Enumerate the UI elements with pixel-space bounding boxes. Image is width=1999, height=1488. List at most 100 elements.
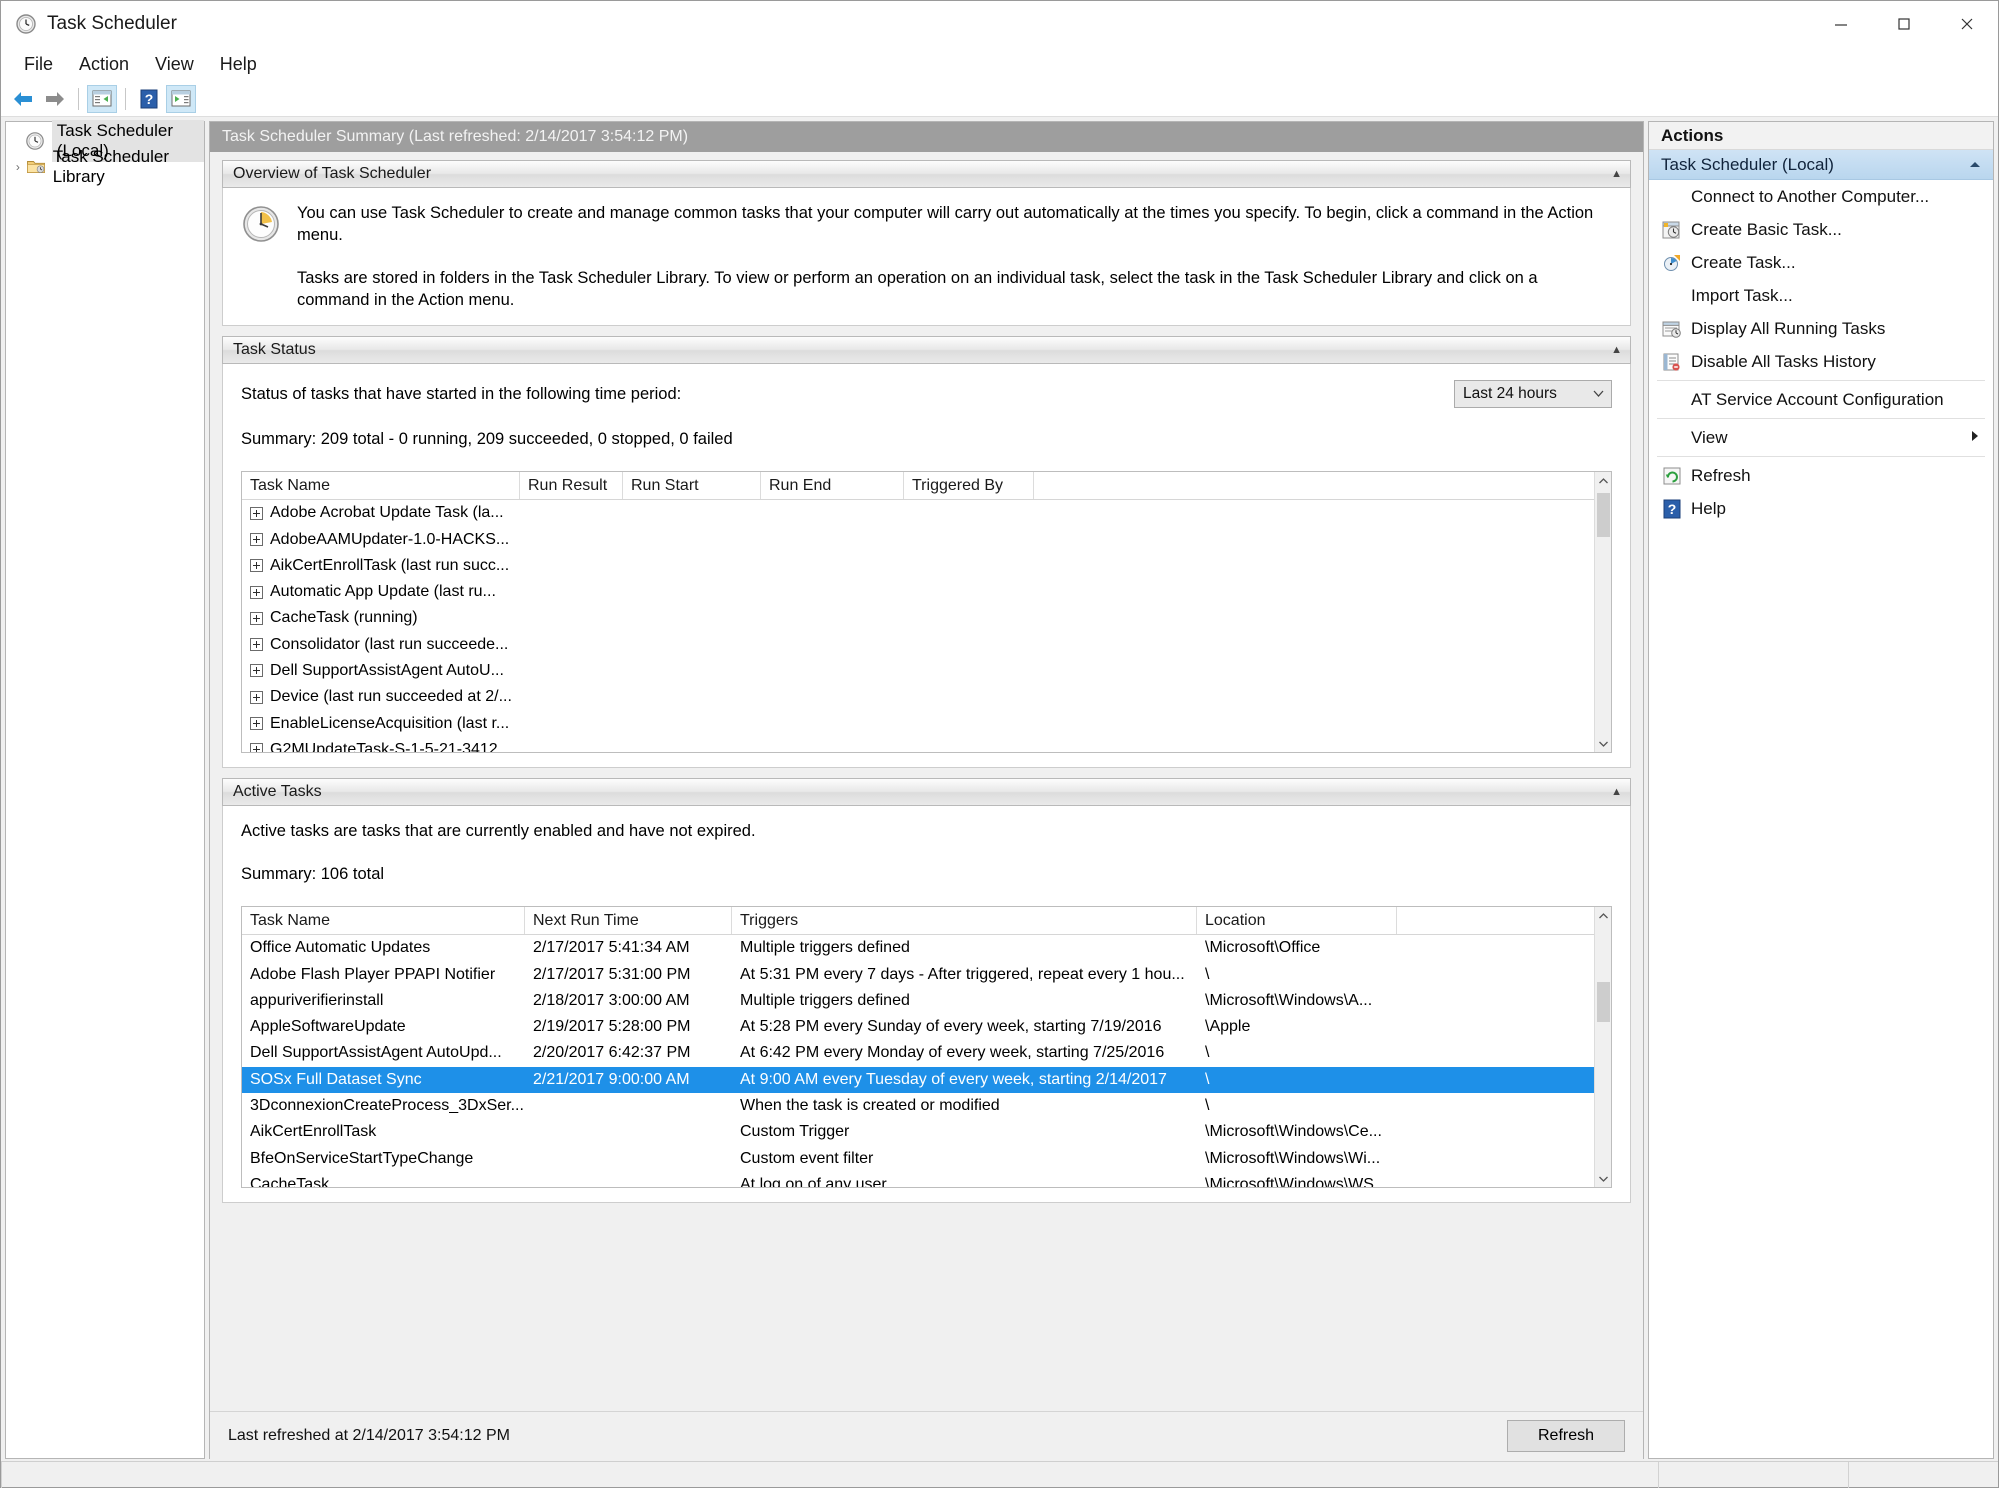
overview-text: You can use Task Scheduler to create and… — [297, 202, 1612, 311]
task-status-scrollbar[interactable] — [1594, 472, 1612, 753]
action-help[interactable]: ? Help — [1649, 492, 1993, 525]
expand-icon[interactable] — [250, 717, 263, 731]
expand-icon[interactable] — [250, 611, 263, 625]
scrollbar-track[interactable] — [1595, 489, 1612, 735]
table-row[interactable]: Adobe Flash Player PPAPI Notifier 2/17/20… — [242, 961, 1594, 987]
menu-help[interactable]: Help — [207, 50, 270, 79]
table-row[interactable]: appuriverifierinstall 2/18/2017 3:00:00 A… — [242, 988, 1594, 1014]
column-run-end[interactable]: Run End — [761, 472, 904, 500]
column-triggered-by[interactable]: Triggered By — [904, 472, 1034, 500]
action-disable-all-tasks-history[interactable]: Disable All Tasks History — [1649, 345, 1993, 378]
show-hide-action-pane-icon[interactable] — [166, 84, 196, 113]
toolbar-separator-2 — [125, 87, 126, 110]
tree-twisty-library[interactable]: › — [10, 160, 26, 174]
chevron-up-icon[interactable]: ▲ — [1611, 786, 1622, 798]
minimize-button[interactable] — [1809, 1, 1872, 47]
action-label: Create Task... — [1691, 252, 1796, 272]
overview-section-header[interactable]: Overview of Task Scheduler ▲ — [222, 160, 1631, 188]
actions-group-task-scheduler-local[interactable]: Task Scheduler (Local) — [1649, 150, 1993, 180]
column-task-name[interactable]: Task Name — [242, 472, 520, 500]
table-row[interactable]: CacheTask At log on of any user \Microsoft… — [242, 1172, 1594, 1187]
expand-icon[interactable] — [250, 506, 263, 520]
expand-icon[interactable] — [250, 743, 263, 753]
table-row[interactable]: 3DconnexionCreateProcess_3DxSer... When t… — [242, 1093, 1594, 1119]
action-display-all-running-tasks[interactable]: Display All Running Tasks — [1649, 312, 1993, 345]
column-task-name[interactable]: Task Name — [242, 907, 525, 935]
expand-icon[interactable] — [250, 690, 263, 704]
scroll-up-icon[interactable] — [1595, 907, 1612, 924]
maximize-button[interactable] — [1872, 1, 1935, 47]
show-hide-console-tree-icon[interactable] — [87, 84, 117, 113]
table-row[interactable]: BfeOnServiceStartTypeChange Custom event … — [242, 1145, 1594, 1171]
summary-scroll-area[interactable]: Overview of Task Scheduler ▲ You can use… — [210, 152, 1643, 1411]
scroll-down-icon[interactable] — [1595, 1170, 1612, 1187]
cell-location: \ — [1205, 1096, 1210, 1114]
forward-arrow-icon[interactable] — [40, 85, 70, 113]
table-row[interactable]: CacheTask (running) — [242, 605, 1594, 631]
chevron-down-icon — [1593, 388, 1604, 400]
close-button[interactable] — [1935, 1, 1998, 47]
action-at-service-account-configuration[interactable]: AT Service Account Configuration — [1649, 383, 1993, 416]
active-tasks-grid[interactable]: Task Name Next Run Time Triggers Locatio… — [241, 906, 1612, 1189]
action-label: AT Service Account Configuration — [1691, 389, 1944, 409]
table-row[interactable]: Dell SupportAssistAgent AutoUpd... 2/20/2… — [242, 1040, 1594, 1066]
action-create-basic-task[interactable]: Create Basic Task... — [1649, 213, 1993, 246]
column-triggers[interactable]: Triggers — [732, 907, 1197, 935]
table-row[interactable]: SOSx Full Dataset Sync 2/21/2017 9:00:00 … — [242, 1066, 1594, 1093]
expand-icon[interactable] — [250, 664, 263, 678]
table-row[interactable]: G2MUpdateTask-S-1-5-21-3412 — [242, 737, 1594, 753]
table-row[interactable]: Adobe Acrobat Update Task (la... — [242, 500, 1594, 526]
time-period-dropdown[interactable]: Last 24 hours — [1454, 380, 1612, 409]
action-refresh[interactable]: Refresh — [1649, 459, 1993, 492]
time-period-value: Last 24 hours — [1463, 385, 1557, 403]
table-row[interactable]: Consolidator (last run succeede... — [242, 632, 1594, 658]
actions-separator-1 — [1657, 380, 1985, 381]
table-row[interactable]: Device (last run succeeded at 2/... — [242, 684, 1594, 710]
column-run-start[interactable]: Run Start — [623, 472, 761, 500]
task-status-section-header[interactable]: Task Status ▲ — [222, 336, 1631, 365]
expand-icon[interactable] — [250, 533, 263, 546]
column-run-result[interactable]: Run Result — [520, 472, 623, 500]
table-row[interactable]: Dell SupportAssistAgent AutoU... — [242, 658, 1594, 684]
scrollbar-thumb[interactable] — [1596, 493, 1610, 538]
cell-task-name: SOSx Full Dataset Sync — [250, 1070, 422, 1088]
table-row[interactable]: AikCertEnrollTask (last run succ... — [242, 553, 1594, 579]
expand-icon[interactable] — [250, 559, 263, 573]
action-connect-to-another-computer[interactable]: Connect to Another Computer... — [1649, 180, 1993, 213]
table-row[interactable]: AdobeAAMUpdater-1.0-HACKS... — [242, 526, 1594, 552]
chevron-up-icon[interactable]: ▲ — [1611, 168, 1622, 180]
active-tasks-scrollbar[interactable] — [1594, 907, 1612, 1188]
table-row[interactable]: AppleSoftwareUpdate 2/19/2017 5:28:00 PM A… — [242, 1014, 1594, 1040]
active-tasks-section-header[interactable]: Active Tasks ▲ — [222, 778, 1631, 807]
scroll-down-icon[interactable] — [1595, 735, 1612, 752]
table-row[interactable]: EnableLicenseAcquisition (last r... — [242, 710, 1594, 736]
scrollbar-track[interactable] — [1595, 924, 1612, 1170]
menu-action[interactable]: Action — [66, 50, 142, 79]
action-label: Disable All Tasks History — [1691, 351, 1876, 371]
table-row[interactable]: Automatic App Update (last ru... — [242, 579, 1594, 605]
action-view[interactable]: View — [1649, 421, 1993, 454]
table-row[interactable]: AikCertEnrollTask Custom Trigger \Microsof… — [242, 1119, 1594, 1145]
refresh-button[interactable]: Refresh — [1507, 1419, 1625, 1452]
expand-icon[interactable] — [250, 638, 263, 652]
action-create-task[interactable]: Create Task... — [1649, 246, 1993, 279]
svg-text:?: ? — [145, 91, 154, 107]
cell-location: \Microsoft\Windows\WS — [1205, 1175, 1374, 1188]
chevron-up-icon[interactable] — [1969, 159, 1981, 171]
clock-large-icon — [241, 204, 281, 244]
column-location[interactable]: Location — [1197, 907, 1397, 935]
help-icon[interactable]: ? — [134, 85, 164, 113]
action-import-task[interactable]: Import Task... — [1649, 279, 1993, 312]
table-row[interactable]: Office Automatic Updates 2/17/2017 5:41:3… — [242, 935, 1594, 961]
cell-next-run-time: 2/17/2017 5:31:00 PM — [533, 965, 691, 983]
task-status-grid[interactable]: Task Name Run Result Run Start Run End T… — [241, 471, 1612, 754]
column-next-run-time[interactable]: Next Run Time — [525, 907, 732, 935]
back-arrow-icon[interactable] — [8, 85, 38, 113]
tree-item-task-scheduler-library[interactable]: › Task Scheduler Library — [6, 147, 204, 186]
chevron-up-icon[interactable]: ▲ — [1611, 344, 1622, 356]
scroll-up-icon[interactable] — [1595, 472, 1612, 489]
scrollbar-thumb[interactable] — [1596, 982, 1610, 1023]
menu-view[interactable]: View — [142, 50, 207, 79]
expand-icon[interactable] — [250, 585, 263, 599]
menu-file[interactable]: File — [11, 50, 66, 79]
